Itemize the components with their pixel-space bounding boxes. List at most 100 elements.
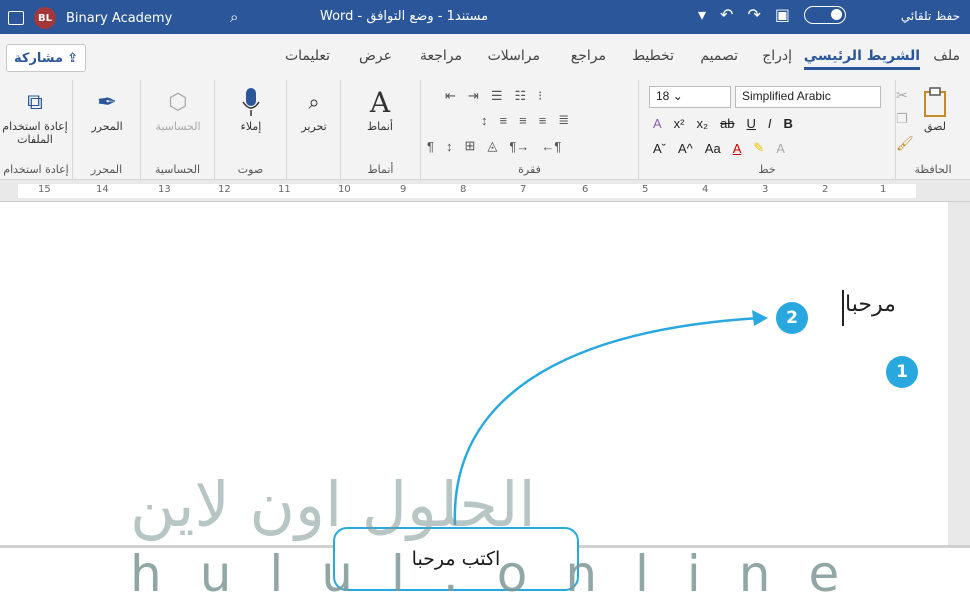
tab-insert[interactable]: إدراج: [762, 48, 792, 64]
align-center-icon[interactable]: ≡: [519, 113, 527, 128]
clipboard-group-label: الحافظة: [914, 163, 952, 176]
tab-review[interactable]: مراجعة: [420, 48, 462, 64]
ruler-number: 6: [582, 184, 589, 195]
ruler-number: 15: [38, 184, 51, 195]
numbering-icon[interactable]: ☷: [514, 88, 526, 104]
tab-help[interactable]: تعليمات: [285, 48, 330, 64]
ruler-number: 14: [96, 184, 109, 195]
sensitivity-group-label: الحساسية: [154, 163, 201, 176]
group-voice: إملاء صوت: [214, 80, 286, 180]
grow-font-icon[interactable]: A^: [678, 141, 693, 156]
horizontal-ruler[interactable]: 15 14 13 12 11 10 9 8 7 6 5 4 3 2 1: [0, 180, 970, 202]
bold-icon[interactable]: B: [784, 116, 793, 131]
copy-icon[interactable]: ❐: [896, 112, 908, 127]
cut-icon[interactable]: ✂: [896, 88, 908, 104]
ruler-number: 10: [338, 184, 351, 195]
autosave-toggle[interactable]: [803, 5, 846, 24]
shading-icon[interactable]: ◬: [487, 138, 497, 154]
ruler-number: 5: [642, 184, 649, 195]
tab-mailings[interactable]: مراسلات: [488, 48, 540, 64]
step-badge-1: 1: [886, 356, 918, 388]
ribbon: لصق ✂ ❐ 🖌 الحافظة 18 ⌄ Simplified Arabic…: [0, 80, 970, 180]
multilevel-list-icon[interactable]: ☰: [491, 88, 503, 104]
styles-icon: A: [369, 85, 391, 119]
vertical-ruler: [948, 202, 970, 545]
paste-button[interactable]: لصق: [910, 84, 960, 133]
ruler-number: 12: [218, 184, 231, 195]
reuse-files-button[interactable]: ⧉ إعادة استخدام الملفات: [2, 84, 68, 147]
ruler-number: 4: [702, 184, 709, 195]
watermark-latin: hulul.online: [130, 545, 878, 603]
paste-icon: [910, 84, 960, 120]
watermark-arabic: الحلول اون لاين: [130, 468, 536, 541]
search-icon[interactable]: ⌕: [230, 8, 238, 26]
tab-layout[interactable]: تخطيط: [632, 48, 674, 64]
align-right-icon[interactable]: ≡: [539, 113, 547, 128]
superscript-icon[interactable]: x²: [674, 116, 685, 131]
reuse-group-label: إعادة استخدام: [3, 163, 69, 176]
text-effects-icon[interactable]: A: [776, 141, 785, 156]
shrink-font-icon[interactable]: Aˇ: [653, 141, 666, 156]
undo-icon[interactable]: ↶: [720, 5, 733, 24]
document-title: مستند1 - وضع التوافق - Word: [320, 9, 489, 24]
dictate-button[interactable]: إملاء: [220, 84, 282, 133]
ruler-number: 11: [278, 184, 291, 195]
sort-icon[interactable]: ↕: [446, 139, 453, 154]
tab-design[interactable]: تصميم: [700, 48, 738, 64]
justify-icon[interactable]: ≣: [558, 112, 569, 128]
tab-view[interactable]: عرض: [359, 48, 392, 64]
ruler-number: 8: [460, 184, 467, 195]
rtl-icon[interactable]: ←¶: [541, 139, 561, 154]
underline-icon[interactable]: U: [747, 116, 756, 131]
editor-group-label: المحرر: [90, 163, 123, 176]
font-size-select[interactable]: 18 ⌄: [649, 86, 731, 108]
autosave-label: حفظ تلقائي: [900, 9, 960, 23]
redo-icon[interactable]: ↷: [747, 5, 760, 24]
format-painter-icon[interactable]: 🖌: [896, 136, 914, 152]
share-button[interactable]: ⇪ مشاركة: [6, 44, 86, 72]
subscript-icon[interactable]: x₂: [697, 116, 709, 131]
decrease-indent-icon[interactable]: ⇤: [445, 88, 456, 104]
line-spacing-icon[interactable]: ↕: [481, 113, 488, 128]
find-icon: ⌕: [308, 90, 320, 114]
font-group-label: خط: [758, 163, 776, 176]
change-case-icon[interactable]: Aa: [705, 141, 721, 156]
ruler-number: 3: [762, 184, 769, 195]
styles-group-label: أنماط: [367, 163, 394, 176]
strikethrough-icon[interactable]: ab: [720, 116, 734, 131]
tab-home[interactable]: الشريط الرئيسي: [803, 48, 920, 70]
editor-pen-icon: ✒: [96, 88, 118, 116]
show-marks-icon[interactable]: ¶: [427, 139, 434, 154]
text-cursor: [842, 290, 844, 326]
customize-toolbar-icon[interactable]: ▾: [698, 5, 706, 24]
borders-icon[interactable]: ⊞: [464, 138, 475, 154]
italic-icon[interactable]: I: [768, 116, 772, 131]
font-name-select[interactable]: Simplified Arabic: [735, 86, 881, 108]
ltr-icon[interactable]: ¶→: [509, 139, 529, 154]
paragraph-group-label: فقرة: [518, 163, 541, 176]
avatar[interactable]: BL: [34, 7, 56, 29]
ruler-number: 1: [880, 184, 887, 195]
bullets-icon[interactable]: ⁝: [538, 88, 542, 104]
group-styles: A أنماط أنماط: [340, 80, 420, 180]
save-icon[interactable]: ▣: [775, 5, 790, 24]
tab-file[interactable]: ملف: [933, 48, 960, 64]
font-color-icon[interactable]: A: [733, 141, 742, 156]
clear-format-icon[interactable]: A: [653, 116, 662, 131]
increase-indent-icon[interactable]: ⇥: [468, 88, 479, 104]
editing-button[interactable]: ⌕ تحرير: [287, 84, 341, 133]
window-icon[interactable]: [8, 11, 24, 25]
user-name: Binary Academy: [66, 10, 173, 26]
ruler-number: 7: [520, 184, 527, 195]
reuse-files-icon: ⧉: [27, 89, 43, 115]
align-left-icon[interactable]: ≡: [500, 113, 508, 128]
styles-button[interactable]: A أنماط: [349, 84, 411, 134]
group-reuse: ⧉ إعادة استخدام الملفات إعادة استخدام: [0, 80, 72, 180]
share-label: مشاركة: [14, 50, 64, 66]
tab-references[interactable]: مراجع: [571, 48, 606, 64]
highlight-icon[interactable]: ✎: [753, 140, 764, 156]
ruler-number: 13: [158, 184, 171, 195]
sensitivity-button[interactable]: ⬡ الحساسية: [147, 84, 209, 134]
typed-text[interactable]: مرحبا: [845, 292, 896, 317]
editor-button[interactable]: ✒ المحرر: [76, 84, 138, 133]
